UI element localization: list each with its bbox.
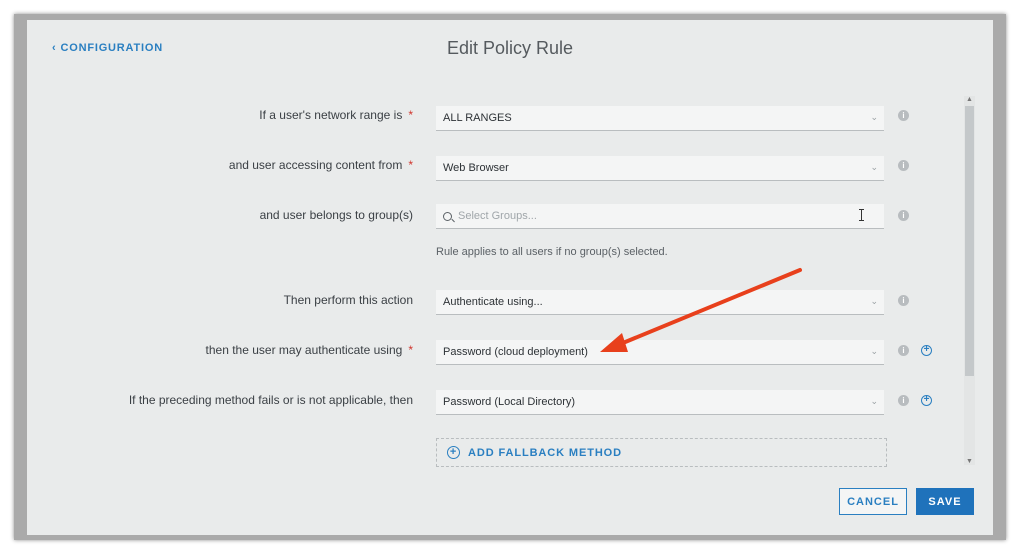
plus-circle-icon: + (447, 446, 460, 459)
info-icon[interactable]: i (898, 395, 909, 406)
scroll-up-icon[interactable]: ▲ (966, 96, 973, 103)
auth-method-select[interactable]: Password (cloud deployment) ⌄ (436, 340, 884, 365)
auth-method-value: Password (cloud deployment) (443, 346, 588, 358)
access-source-value: Web Browser (443, 162, 509, 174)
fallback-method-value: Password (Local Directory) (443, 396, 576, 408)
required-marker: * (408, 343, 413, 357)
chevron-down-icon: ⌄ (870, 346, 878, 356)
info-icon[interactable]: i (898, 345, 909, 356)
action-value: Authenticate using... (443, 296, 543, 308)
groups-helper-text: Rule applies to all users if no group(s)… (436, 246, 668, 258)
info-icon[interactable]: i (898, 210, 909, 221)
save-button[interactable]: SAVE (916, 488, 974, 515)
text-cursor-icon (859, 209, 864, 221)
add-fallback-method-button[interactable]: + ADD FALLBACK METHOD (436, 438, 887, 467)
action-select[interactable]: Authenticate using... ⌄ (436, 290, 884, 315)
scroll-down-icon[interactable]: ▼ (966, 458, 973, 465)
add-fallback-label: ADD FALLBACK METHOD (468, 446, 622, 459)
chevron-down-icon: ⌄ (870, 162, 878, 172)
add-method-plus-icon[interactable]: + (921, 395, 932, 406)
edit-policy-rule-panel: ‹ CONFIGURATION Edit Policy Rule If a us… (27, 20, 993, 535)
groups-label: and user belongs to group(s) (259, 208, 413, 222)
fallback-condition-label: If the preceding method fails or is not … (128, 393, 413, 407)
access-source-select[interactable]: Web Browser ⌄ (436, 156, 884, 181)
network-range-label: If a user's network range is * (259, 108, 413, 122)
groups-search-input[interactable]: Select Groups... (436, 204, 884, 229)
cancel-button[interactable]: CANCEL (839, 488, 907, 515)
search-icon (443, 211, 452, 221)
chevron-down-icon: ⌄ (870, 296, 878, 306)
scrollbar-thumb[interactable] (965, 106, 974, 376)
page-title: Edit Policy Rule (446, 38, 574, 58)
chevron-down-icon: ⌄ (870, 112, 878, 122)
chevron-down-icon: ⌄ (870, 396, 878, 406)
form-scrollbar[interactable]: ▲ ▼ (964, 96, 975, 465)
fallback-method-select[interactable]: Password (Local Directory) ⌄ (436, 390, 884, 415)
groups-placeholder: Select Groups... (458, 210, 537, 222)
action-label: Then perform this action (283, 293, 413, 307)
network-range-value: ALL RANGES (443, 112, 512, 124)
auth-method-label: then the user may authenticate using * (205, 343, 413, 357)
add-method-plus-icon[interactable]: + (921, 345, 932, 356)
required-marker: * (408, 108, 413, 122)
info-icon[interactable]: i (898, 295, 909, 306)
info-icon[interactable]: i (898, 110, 909, 121)
required-marker: * (408, 158, 413, 172)
access-source-label: and user accessing content from * (228, 158, 413, 172)
network-range-select[interactable]: ALL RANGES ⌄ (436, 106, 884, 131)
info-icon[interactable]: i (898, 160, 909, 171)
